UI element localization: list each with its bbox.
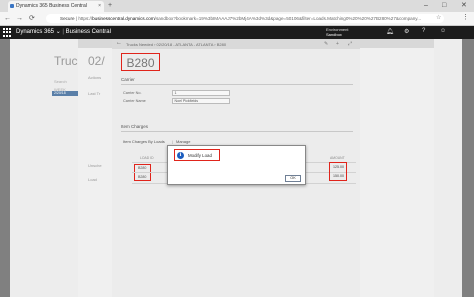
url-secure-label: Secure	[60, 16, 75, 21]
url-path: /sandbox?bookmark=19%3bIMAAAJ7%2bMj4A%3d…	[154, 16, 422, 21]
divider	[121, 84, 353, 85]
expand-icon[interactable]: ⤢	[348, 41, 352, 47]
back-icon[interactable]: ←	[4, 13, 11, 24]
add-icon[interactable]: +	[336, 41, 339, 47]
window-close-button[interactable]: ✕	[461, 0, 467, 11]
column-header-load[interactable]: LOAD ID	[140, 156, 154, 160]
new-tab-button[interactable]: +	[108, 1, 112, 11]
user-avatar-icon[interactable]: ☺	[440, 28, 446, 34]
breadcrumb: Trucks Needed › 02/20/18 - ATLANTA - ATL…	[126, 42, 227, 47]
unscheduled-label: Unsche	[88, 163, 102, 168]
carrier-name-value: Noel Pickfields	[174, 99, 199, 103]
last-transactions-label: Last Tr	[88, 91, 101, 96]
row-load-id[interactable]: B280	[138, 175, 146, 179]
bookmark-star-icon[interactable]: ☆	[436, 14, 441, 21]
ok-button[interactable]: OK	[285, 175, 301, 182]
page-title: B280	[121, 53, 160, 71]
carrier-no-value: 1	[174, 91, 177, 95]
edit-icon[interactable]: ✎	[324, 41, 328, 47]
url-field[interactable]: Secure | https://businesscentral.dynamic…	[46, 14, 444, 23]
gear-icon[interactable]: ⚙	[404, 28, 409, 35]
section-item-charges[interactable]: Item Charges	[121, 124, 148, 129]
dialog-message: Modify Load	[188, 153, 212, 158]
back-arrow-icon[interactable]: ←	[116, 40, 122, 46]
forward-icon[interactable]: →	[16, 13, 23, 24]
environment-indicator: Environment Sandbox	[326, 27, 348, 37]
browser-tab-title: Dynamics 365 Business Central	[16, 3, 87, 9]
divider	[121, 131, 353, 132]
window-maximize-button[interactable]: □	[442, 0, 446, 11]
row-amount[interactable]: 150.00	[331, 174, 344, 178]
carrier-no-label: Carrier No.	[123, 91, 142, 95]
row-load-id[interactable]: B280	[138, 166, 146, 170]
message-dialog: i Modify Load OK	[167, 145, 306, 185]
url-separator: | https://	[75, 16, 93, 21]
column-header-amount[interactable]: AMOUNT	[330, 156, 345, 160]
actions-label: Actions	[88, 75, 102, 80]
page-title: Truc	[54, 54, 78, 68]
load-label: Load	[88, 177, 97, 182]
section-carrier[interactable]: Carrier	[121, 77, 135, 82]
chevron-down-icon: ⌄	[55, 29, 61, 35]
browser-tab[interactable]: Dynamics 365 Business Central ×	[8, 1, 104, 12]
favicon-icon	[10, 4, 14, 8]
bell-icon[interactable]: 🔔︎	[386, 28, 394, 35]
selected-row[interactable]: 2/20/18	[52, 91, 80, 96]
divider-bar: |	[172, 139, 174, 144]
reload-icon[interactable]: ⟳	[29, 13, 35, 24]
browser-tab-bar: Dynamics 365 Business Central × + – □ ✕	[0, 0, 474, 12]
row-amount[interactable]: 125.00	[331, 165, 344, 169]
carrier-name-field[interactable]: Noel Pickfields	[172, 98, 230, 104]
product-name[interactable]: Dynamics 365 ⌄ | Business Central	[16, 26, 111, 39]
search-label: Search	[54, 79, 67, 84]
environment-value: Sandbox	[326, 32, 342, 37]
url-host: businesscentral.dynamics.com	[92, 16, 155, 21]
area-label: Business Central	[65, 29, 111, 35]
window-minimize-button[interactable]: –	[424, 0, 428, 11]
product-label: Dynamics 365	[16, 29, 55, 35]
tab-close-icon[interactable]: ×	[98, 1, 101, 12]
item-charges-by-loads-label: Item Charges By Loads	[123, 139, 165, 144]
carrier-name-label: Carrier Name	[123, 99, 146, 103]
carrier-no-field[interactable]: 1	[172, 90, 230, 96]
help-icon[interactable]: ?	[422, 28, 425, 34]
app-launcher-icon[interactable]	[3, 28, 12, 37]
manage-action[interactable]: Manage	[176, 139, 190, 144]
address-bar: ← → ⟳ ● Secure | https://businesscentral…	[0, 12, 474, 26]
page-title: 02/	[88, 54, 105, 68]
info-icon: i	[177, 152, 184, 159]
app-header: Dynamics 365 ⌄ | Business Central Enviro…	[0, 26, 474, 39]
browser-menu-icon[interactable]: ⋮	[462, 13, 469, 21]
